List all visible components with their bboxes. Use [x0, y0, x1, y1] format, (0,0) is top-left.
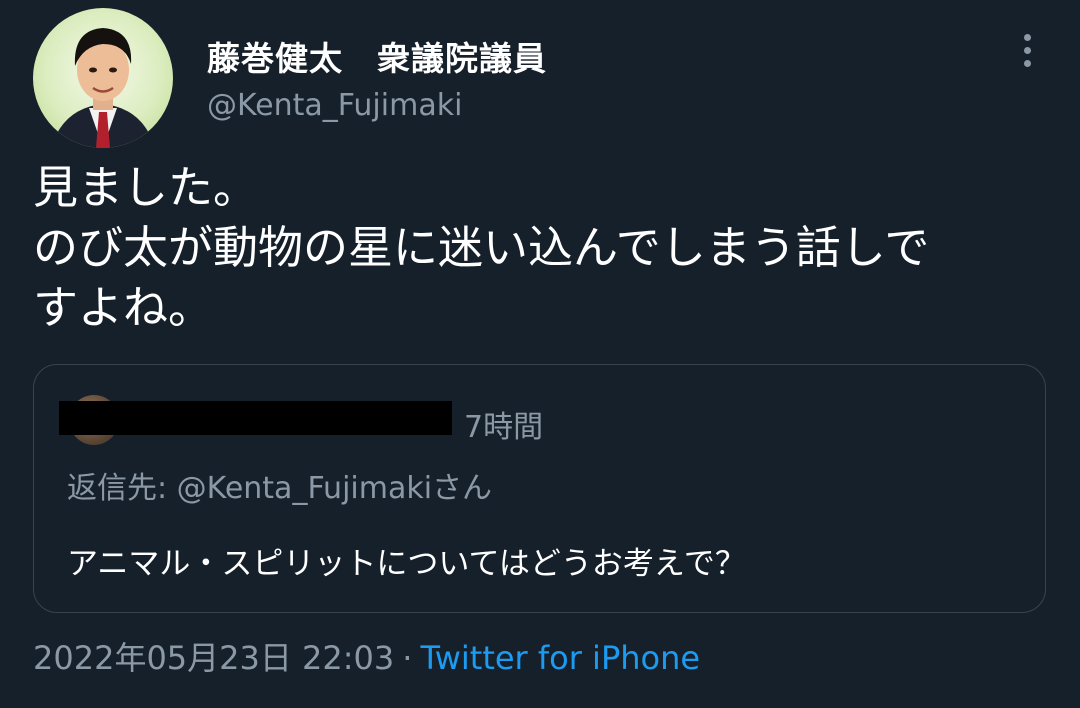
tweet-timestamp[interactable]: 2022年05月23日 22:03: [33, 639, 394, 677]
author-handle[interactable]: @Kenta_Fujimaki: [207, 88, 462, 123]
tweet-text-line: 見ました。: [33, 161, 259, 214]
author-display-name[interactable]: 藤巻健太 衆議院議員: [207, 32, 547, 80]
quoted-tweet-text: アニマル・スピリットについてはどうお考えで？: [67, 546, 746, 582]
meta-separator: ·: [402, 639, 413, 677]
tweet-source-link[interactable]: Twitter for iPhone: [420, 639, 700, 677]
reply-to-label: 返信先: @Kenta_Fujimakiさん: [67, 471, 493, 506]
tweet-text-line: のび太が動物の星に迷い込んでしまう話しで: [33, 221, 930, 274]
more-vertical-icon[interactable]: [1008, 30, 1046, 70]
more-dot: [1023, 33, 1031, 41]
tweet-text: 見ました。 のび太が動物の星に迷い込んでしまう話しで すよね。: [33, 158, 1063, 338]
more-dot: [1023, 46, 1031, 54]
quoted-tweet-time: 7時間: [464, 410, 544, 445]
author-avatar[interactable]: [33, 8, 173, 148]
tweet-meta: 2022年05月23日 22:03 · Twitter for iPhone: [33, 633, 700, 679]
tweet-container: 藤巻健太 衆議院議員 @Kenta_Fujimaki 見ました。 のび太が動物の…: [0, 0, 1080, 708]
redacted-author-name: [59, 401, 452, 435]
more-dot: [1023, 59, 1031, 67]
tweet-text-line: すよね。: [33, 281, 214, 334]
avatar-portrait: [51, 28, 155, 148]
quoted-tweet[interactable]: 7時間 返信先: @Kenta_Fujimakiさん アニマル・スピリットについ…: [33, 364, 1046, 613]
